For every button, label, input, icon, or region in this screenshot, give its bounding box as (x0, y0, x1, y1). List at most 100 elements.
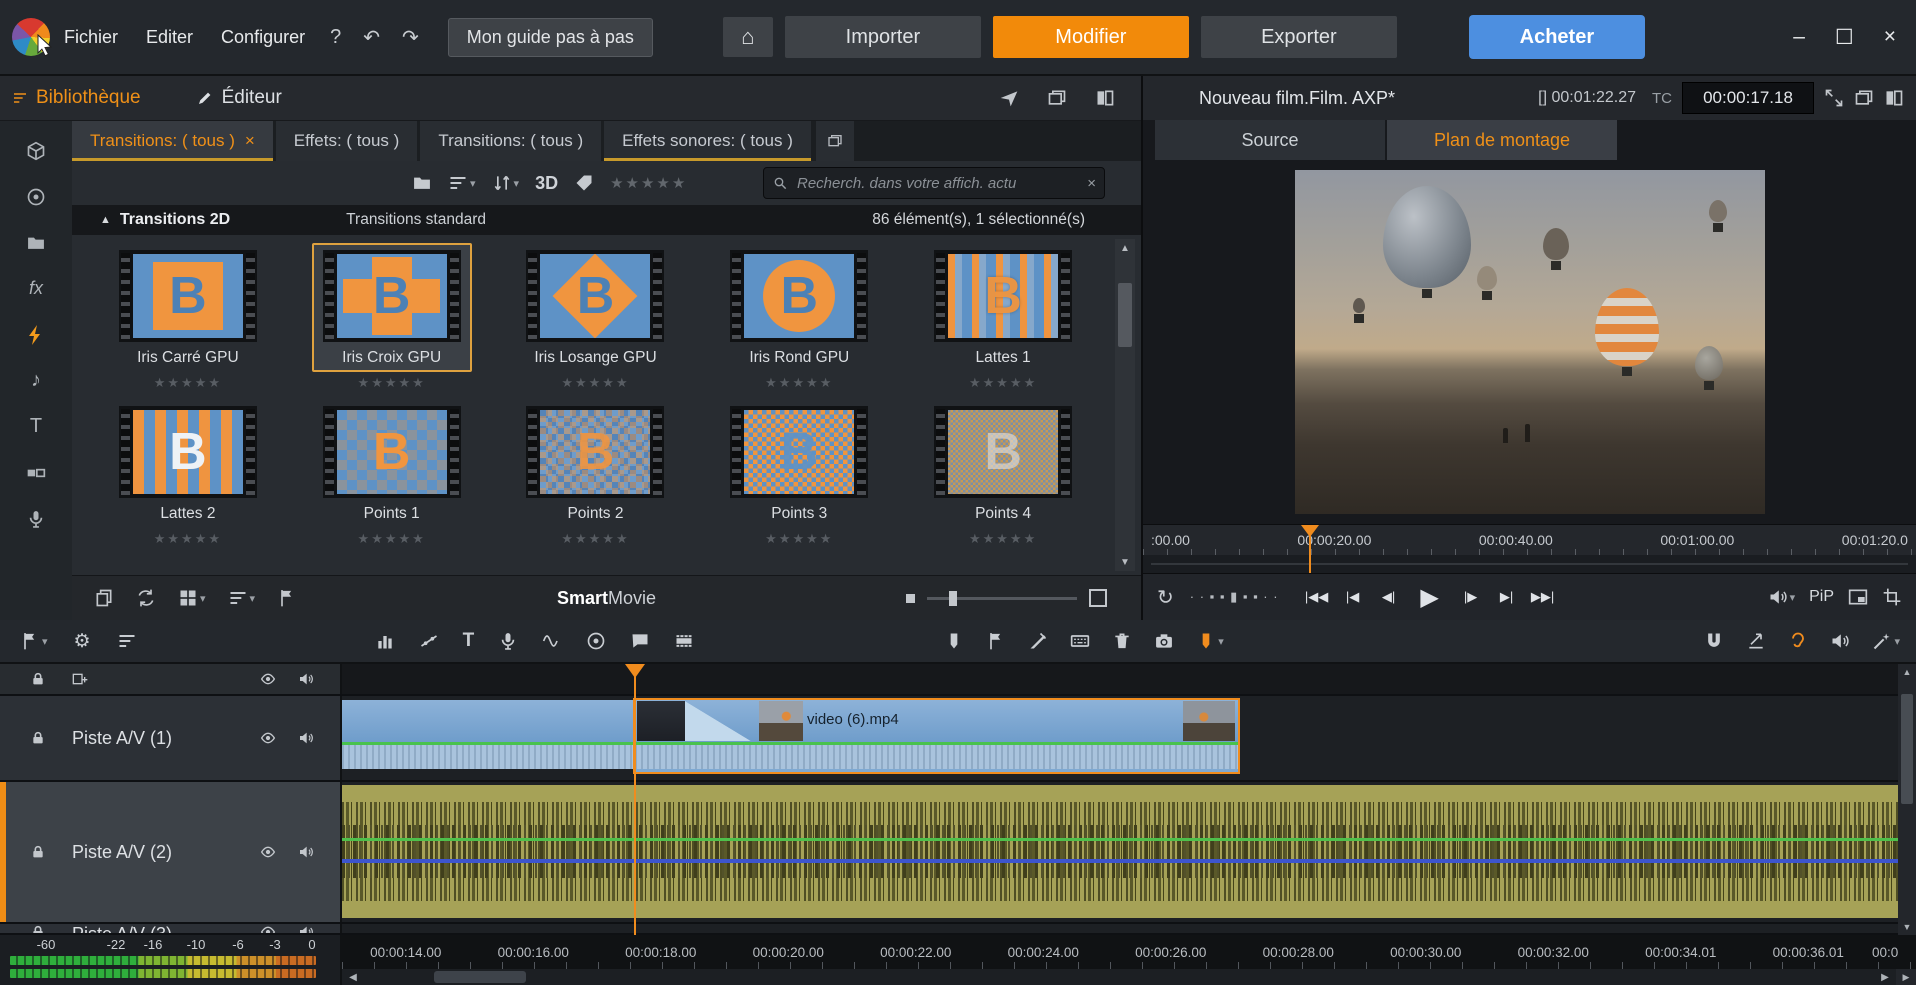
scrollbar-thumb[interactable] (434, 971, 526, 983)
scroll-up-icon[interactable]: ▲ (1903, 664, 1912, 680)
go-to-start-button[interactable]: |◀◀ (1301, 582, 1333, 612)
trim-mode-icon[interactable] (1746, 631, 1766, 651)
layout-columns-icon[interactable] (1095, 88, 1115, 108)
track-size-icon[interactable] (117, 631, 137, 651)
rating-stars[interactable]: ★★★★★ (969, 375, 1037, 391)
zoom-slider[interactable] (927, 597, 1077, 600)
loop-button[interactable]: ↻ (1157, 585, 1174, 610)
transition-wedge[interactable] (685, 701, 751, 741)
eye-visibility-icon[interactable] (260, 730, 276, 746)
track-1-name[interactable]: Piste A/V (1) (72, 728, 172, 749)
transition-item-iris-losange[interactable]: B Iris Losange GPU ★★★★★ (515, 243, 675, 391)
menu-fichier[interactable]: Fichier (50, 27, 132, 48)
rating-stars[interactable]: ★★★★★ (765, 375, 833, 391)
preview-playhead[interactable] (1309, 527, 1311, 573)
sidebar-item-montage[interactable] (8, 451, 64, 494)
rating-stars[interactable]: ★★★★★ (561, 375, 629, 391)
keyframe-line-green[interactable] (342, 838, 1898, 841)
tab-effets-sonores-tous[interactable]: Effets sonores: ( tous ) (604, 121, 811, 161)
track-3-header[interactable]: Piste A/V (3) (0, 924, 342, 933)
track-1-lane[interactable]: video (6).mp4 (342, 696, 1898, 780)
magic-wand-icon[interactable]: ▾ (1872, 631, 1900, 651)
transition-item-iris-rond[interactable]: B Iris Rond GPU ★★★★★ (719, 243, 879, 391)
track-1-header[interactable]: Piste A/V (1) (0, 696, 342, 780)
new-tab-icon[interactable] (816, 121, 854, 161)
step-forward-button[interactable]: |▶ (1455, 582, 1487, 612)
transition-item-lattes-1[interactable]: B Lattes 1 ★★★★★ (923, 243, 1083, 391)
sidebar-item-media[interactable] (8, 129, 64, 172)
scrollbar-thumb[interactable] (1901, 694, 1913, 804)
track-2-header[interactable]: Piste A/V (2) (0, 782, 342, 922)
tab-plan-de-montage[interactable]: Plan de montage (1387, 120, 1617, 160)
group-header[interactable]: ▲ Transitions 2D Transitions standard 86… (72, 205, 1141, 235)
selected-video-clip[interactable]: video (6).mp4 (633, 698, 1240, 774)
thumbnail-view-icon[interactable]: ▾ (178, 588, 206, 608)
lock-icon[interactable] (30, 924, 46, 935)
lock-icon[interactable] (30, 730, 46, 746)
transition-item-points-1[interactable]: B Points 1 ★★★★★ (312, 399, 472, 547)
rating-stars[interactable]: ★★★★★ (969, 531, 1037, 547)
pip-label[interactable]: PiP (1809, 588, 1834, 606)
tab-transitions-tous-2[interactable]: Transitions: ( tous ) (420, 121, 601, 161)
nav-modifier-button[interactable]: Modifier (993, 16, 1189, 58)
track-3-lane[interactable] (342, 924, 1898, 933)
timeline-ruler[interactable]: 00:00:14.00 00:00:16.00 00:00:18.00 00:0… (342, 935, 1916, 969)
marker-list-icon[interactable]: ▾ (20, 631, 48, 651)
sidebar-item-effects[interactable]: fx (8, 267, 64, 310)
razor-split-icon[interactable] (1028, 631, 1048, 651)
dual-view-icon[interactable] (1884, 88, 1904, 108)
lock-icon[interactable] (30, 844, 46, 860)
motion-tracking-icon[interactable] (586, 631, 606, 651)
timecode-display[interactable]: 00:00:17.18 (1682, 82, 1814, 114)
scroll-right-icon[interactable]: ▶ (1874, 972, 1896, 983)
tab-effets-tous[interactable]: Effets: ( tous ) (276, 121, 418, 161)
play-button[interactable]: ▶ (1409, 582, 1451, 612)
redo-icon[interactable]: ↷ (391, 25, 430, 50)
clear-search-icon[interactable]: × (1087, 175, 1096, 192)
go-to-end-button[interactable]: ▶▶| (1527, 582, 1559, 612)
minimize-button[interactable]: – (1793, 25, 1805, 50)
sidebar-item-music[interactable]: ♪ (8, 359, 64, 402)
volume-button[interactable]: ▾ (1768, 587, 1796, 607)
undo-icon[interactable]: ↶ (352, 25, 391, 50)
video-clip-segment[interactable] (342, 700, 633, 772)
send-to-timeline-icon[interactable] (277, 588, 297, 608)
nav-exporter-button[interactable]: Exporter (1201, 16, 1397, 58)
maximize-button[interactable]: ☐ (1835, 25, 1854, 50)
sidebar-item-sound-effects[interactable] (8, 497, 64, 540)
search-input[interactable] (795, 174, 1080, 193)
track-2-lane[interactable] (342, 782, 1898, 922)
rating-stars[interactable]: ★★★★★ (765, 531, 833, 547)
scroll-left-icon[interactable]: ◀ (342, 972, 364, 983)
transition-item-lattes-2[interactable]: B Lattes 2 ★★★★★ (108, 399, 268, 547)
snapshot-image-icon[interactable] (674, 631, 694, 651)
list-view-icon[interactable]: ▾ (228, 588, 256, 608)
snapshot-camera-icon[interactable] (1154, 631, 1174, 651)
title-editor-icon[interactable]: T (463, 630, 475, 652)
track-3-name[interactable]: Piste A/V (3) (72, 924, 172, 935)
timeline-settings-gear-icon[interactable]: ⚙ (74, 630, 91, 653)
transition-item-iris-croix[interactable]: B Iris Croix GPU ★★★★★ (312, 243, 472, 391)
scrollbar-thumb[interactable] (1118, 283, 1132, 347)
scrollbar-track[interactable] (364, 969, 1874, 985)
preview-timeline-ruler[interactable]: :00.00 00:00:20.00 00:00:40.00 00:01:00.… (1143, 524, 1916, 555)
scroll-down-icon[interactable]: ▼ (1903, 919, 1912, 935)
speaker-mute-icon[interactable] (298, 671, 314, 687)
audio-wave-icon[interactable] (542, 631, 562, 651)
tab-close-icon[interactable]: × (245, 131, 255, 151)
detach-window-icon[interactable] (1047, 88, 1067, 108)
smartmovie-button[interactable]: SmartMovie (557, 588, 656, 609)
help-icon[interactable]: ? (319, 26, 352, 49)
transition-item-points-3[interactable]: B Points 3 ★★★★★ (719, 399, 879, 547)
keyboard-shortcut-icon[interactable] (1070, 631, 1090, 651)
transition-item-points-2[interactable]: B Points 2 ★★★★★ (515, 399, 675, 547)
marker-strip[interactable] (342, 664, 1898, 694)
preview-scrub-bar[interactable] (1143, 555, 1916, 573)
audio-ducking-ear-icon[interactable] (1788, 631, 1808, 651)
tab-transitions-tous-1[interactable]: Transitions: ( tous ) × (72, 121, 273, 161)
collapse-arrow-icon[interactable]: ▲ (100, 214, 111, 226)
keyframe-icon[interactable] (419, 631, 439, 651)
tab-source[interactable]: Source (1155, 120, 1385, 160)
rating-stars[interactable]: ★★★★★ (358, 531, 426, 547)
detach-preview-icon[interactable] (1854, 88, 1874, 108)
